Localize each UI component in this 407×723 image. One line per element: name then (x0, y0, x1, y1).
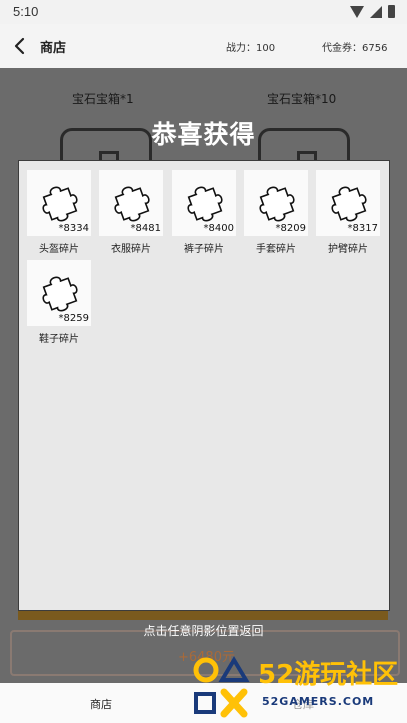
chevron-left-icon[interactable] (12, 37, 28, 55)
reward-name: 鞋子碎片 (39, 334, 79, 345)
reward-count: *8209 (275, 223, 306, 234)
puzzle-piece-icon (114, 186, 150, 222)
puzzle-piece-icon (331, 186, 367, 222)
status-icons (350, 5, 395, 18)
reward-count: *8317 (347, 223, 378, 234)
reward-name: 护臂碎片 (328, 244, 368, 255)
page-title: 商店 (40, 41, 67, 56)
watermark-text: 52游玩社区 (258, 660, 399, 690)
gamepad-logo-icon (193, 656, 250, 718)
app-header: 商店 战力：100 代金券：6756 (0, 24, 407, 68)
power-stat: 战力：100 (226, 43, 276, 54)
signal-icon (370, 5, 382, 18)
reward-count: *8334 (58, 223, 89, 234)
watermark-domain: 52GAMERS.COM (262, 695, 375, 708)
reward-item[interactable]: *8259 鞋子碎片 (27, 260, 91, 345)
puzzle-piece-icon (259, 186, 295, 222)
reward-item[interactable]: *8209 手套碎片 (244, 170, 308, 255)
reward-item[interactable]: *8317 护臂碎片 (316, 170, 380, 255)
reward-item[interactable]: *8400 裤子碎片 (172, 170, 236, 255)
puzzle-piece-icon (42, 276, 78, 312)
reward-tile: *8334 (27, 170, 91, 236)
coupon-stat: 代金券：6756 (322, 43, 388, 54)
reward-tile: *8317 (316, 170, 380, 236)
return-hint: 点击任意阴影位置返回 (143, 624, 264, 638)
reward-tile: *8400 (172, 170, 236, 236)
status-time: 5:10 (13, 4, 39, 19)
puzzle-piece-icon (187, 186, 223, 222)
battery-icon (388, 5, 395, 18)
reward-name: 头盔碎片 (39, 244, 79, 255)
reward-item[interactable]: *8481 衣服碎片 (99, 170, 163, 255)
reward-name: 手套碎片 (256, 244, 296, 255)
reward-count: *8259 (58, 313, 89, 324)
reward-name: 衣服碎片 (111, 244, 151, 255)
watermark: 52游玩社区 52GAMERS.COM (188, 650, 407, 723)
reward-panel: *8334 头盔碎片 *8481 衣服碎片 *8400 裤子碎片 *8209 手… (18, 160, 390, 611)
wifi-icon (350, 5, 364, 18)
reward-title: 恭喜获得 (151, 120, 256, 149)
reward-name: 裤子碎片 (184, 244, 224, 255)
reward-item[interactable]: *8334 头盔碎片 (27, 170, 91, 255)
reward-tile: *8259 (27, 260, 91, 326)
puzzle-piece-icon (42, 186, 78, 222)
reward-count: *8481 (130, 223, 161, 234)
nav-shop[interactable]: 商店 (90, 696, 112, 712)
status-bar: 5:10 (0, 0, 407, 24)
reward-tile: *8209 (244, 170, 308, 236)
chest-label-10: 宝石宝箱*10 (267, 92, 337, 106)
chest-label-1: 宝石宝箱*1 (72, 92, 134, 106)
reward-tile: *8481 (99, 170, 163, 236)
reward-count: *8400 (203, 223, 234, 234)
